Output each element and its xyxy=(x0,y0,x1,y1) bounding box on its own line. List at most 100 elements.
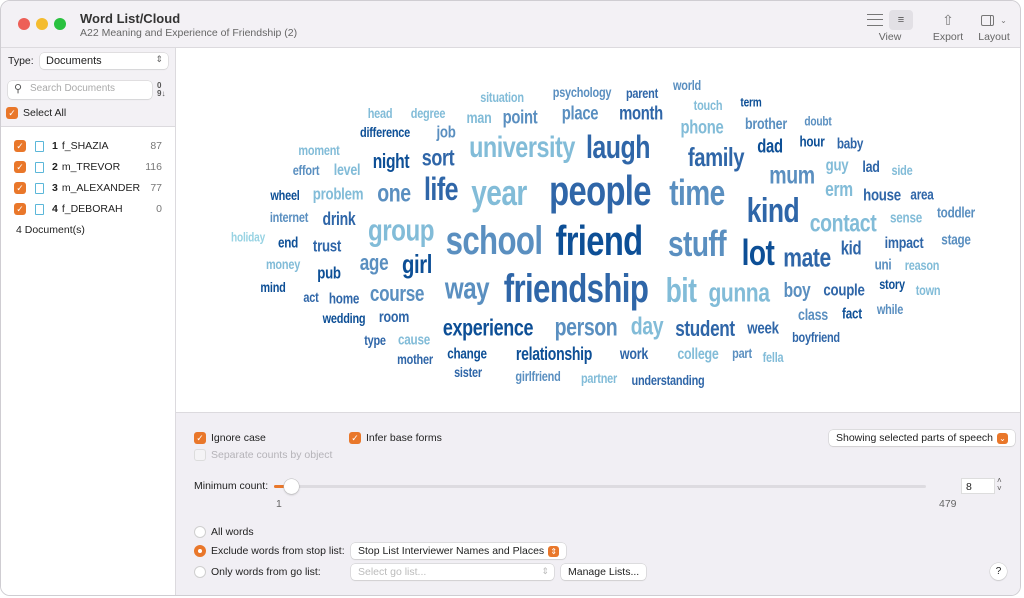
cloud-word[interactable]: home xyxy=(329,292,360,307)
checkbox-checked-icon[interactable]: ✓ xyxy=(14,203,26,215)
cloud-word[interactable]: mum xyxy=(769,163,815,189)
cloud-word[interactable]: moment xyxy=(298,143,339,157)
cloud-word[interactable]: pub xyxy=(317,265,341,282)
cloud-word[interactable]: doubt xyxy=(804,115,831,128)
cloud-word[interactable]: guy xyxy=(826,157,849,174)
cloud-word[interactable]: uni xyxy=(875,258,892,273)
cloud-word[interactable]: school xyxy=(446,221,543,261)
cloud-word[interactable]: place xyxy=(562,105,599,124)
cloud-word[interactable]: part xyxy=(732,346,752,360)
document-item[interactable]: ✓ 2 m_TREVOR 116 xyxy=(14,159,162,175)
cloud-word[interactable]: psychology xyxy=(553,85,612,99)
cloud-word[interactable]: relationship xyxy=(516,345,592,363)
cloud-word[interactable]: level xyxy=(334,163,361,179)
cloud-word[interactable]: mate xyxy=(783,244,831,272)
ignore-case-checkbox[interactable]: ✓ Ignore case xyxy=(194,432,266,444)
cloud-word[interactable]: sister xyxy=(454,365,482,379)
cloud-word[interactable]: couple xyxy=(823,282,864,299)
cloud-word[interactable]: erm xyxy=(825,180,853,200)
cloud-word[interactable]: holiday xyxy=(231,231,265,244)
cloud-word[interactable]: side xyxy=(892,163,913,177)
cloud-word[interactable]: kind xyxy=(747,194,800,228)
cloud-word[interactable]: laugh xyxy=(586,131,651,163)
cloud-word[interactable]: girl xyxy=(402,251,432,277)
exclude-stop-list-radio[interactable]: Exclude words from stop list: xyxy=(194,545,345,557)
cloud-word[interactable]: boy xyxy=(784,281,811,301)
cloud-word[interactable]: partner xyxy=(581,371,617,385)
cloud-word[interactable]: week xyxy=(747,320,779,337)
cloud-word[interactable]: friend xyxy=(555,220,643,262)
only-go-list-radio[interactable]: Only words from go list: xyxy=(194,566,321,578)
cloud-word[interactable]: fact xyxy=(842,307,862,322)
cloud-word[interactable]: stage xyxy=(941,233,971,248)
cloud-word[interactable]: one xyxy=(377,181,411,207)
cloud-word[interactable]: money xyxy=(266,257,300,271)
cloud-view-icon[interactable]: ≡ xyxy=(889,10,913,30)
cloud-word[interactable]: change xyxy=(447,347,487,362)
cloud-word[interactable]: bit xyxy=(666,274,697,308)
cloud-word[interactable]: term xyxy=(740,96,761,109)
cloud-word[interactable]: family xyxy=(688,144,745,170)
zoom-button[interactable] xyxy=(54,18,66,30)
cloud-word[interactable]: friendship xyxy=(504,269,649,309)
cloud-word[interactable]: room xyxy=(379,310,409,326)
cloud-word[interactable]: student xyxy=(675,318,735,340)
document-item[interactable]: ✓ 1 f_SHAZIA 87 xyxy=(14,138,162,154)
cloud-word[interactable]: parent xyxy=(626,86,658,100)
cloud-word[interactable]: while xyxy=(877,302,903,316)
cloud-word[interactable]: trust xyxy=(313,238,341,255)
minimum-count-field[interactable]: 8 xyxy=(961,478,995,494)
cloud-word[interactable]: year xyxy=(471,175,527,211)
cloud-word[interactable]: town xyxy=(916,283,941,297)
cloud-word[interactable]: type xyxy=(364,333,386,347)
stepper-icon[interactable]: ˄ ˅ xyxy=(997,477,1002,493)
cloud-word[interactable]: point xyxy=(503,109,538,128)
cloud-word[interactable]: girlfriend xyxy=(515,369,560,383)
cloud-word[interactable]: cause xyxy=(398,333,430,348)
cloud-word[interactable]: experience xyxy=(443,316,534,340)
cloud-word[interactable]: university xyxy=(469,133,575,163)
cloud-word[interactable]: house xyxy=(863,187,901,204)
list-view-icon[interactable] xyxy=(867,14,883,26)
cloud-word[interactable]: story xyxy=(879,277,905,291)
cloud-word[interactable]: month xyxy=(619,105,663,124)
cloud-word[interactable]: brother xyxy=(745,117,787,133)
cloud-word[interactable]: life xyxy=(424,173,459,205)
help-button[interactable]: ? xyxy=(990,563,1007,580)
cloud-word[interactable]: area xyxy=(910,188,933,203)
select-all-checkbox[interactable]: ✓ Select All xyxy=(6,107,66,119)
cloud-word[interactable]: internet xyxy=(270,210,309,224)
cloud-word[interactable]: course xyxy=(370,283,425,305)
minimum-count-slider[interactable] xyxy=(274,479,926,494)
cloud-word[interactable]: baby xyxy=(837,137,864,152)
cloud-word[interactable]: effort xyxy=(293,163,320,177)
cloud-word[interactable]: difference xyxy=(360,125,410,139)
checkbox-checked-icon[interactable]: ✓ xyxy=(14,182,26,194)
minimize-button[interactable] xyxy=(36,18,48,30)
cloud-word[interactable]: gunna xyxy=(708,279,769,307)
close-button[interactable] xyxy=(18,18,30,30)
cloud-word[interactable]: person xyxy=(555,315,618,341)
cloud-word[interactable]: problem xyxy=(313,186,364,203)
cloud-word[interactable]: kid xyxy=(841,240,862,259)
cloud-word[interactable]: mind xyxy=(260,280,285,294)
cloud-word[interactable]: end xyxy=(278,236,298,251)
search-documents-input[interactable]: ⚲ Search Documents xyxy=(8,81,152,99)
cloud-word[interactable]: age xyxy=(360,252,389,274)
cloud-word[interactable]: act xyxy=(303,290,318,304)
sort-numeric-icon[interactable]: 0 9↓ xyxy=(157,82,165,98)
cloud-word[interactable]: sense xyxy=(890,211,922,226)
cloud-word[interactable]: hour xyxy=(799,135,824,150)
cloud-word[interactable]: dad xyxy=(757,138,783,157)
layout-button[interactable]: ⌄ Layout xyxy=(975,9,1013,43)
cloud-word[interactable]: time xyxy=(669,175,725,211)
stop-list-select[interactable]: Stop List Interviewer Names and Places ⇕ xyxy=(351,543,567,559)
cloud-word[interactable]: toddler xyxy=(937,206,975,221)
infer-base-forms-checkbox[interactable]: ✓ Infer base forms xyxy=(349,432,442,444)
cloud-word[interactable]: stuff xyxy=(668,226,727,262)
cloud-word[interactable]: world xyxy=(673,78,701,92)
cloud-word[interactable]: touch xyxy=(694,98,723,112)
export-button[interactable]: ⇧ Export xyxy=(929,9,967,44)
cloud-word[interactable]: night xyxy=(373,152,410,172)
cloud-word[interactable]: understanding xyxy=(631,373,704,387)
